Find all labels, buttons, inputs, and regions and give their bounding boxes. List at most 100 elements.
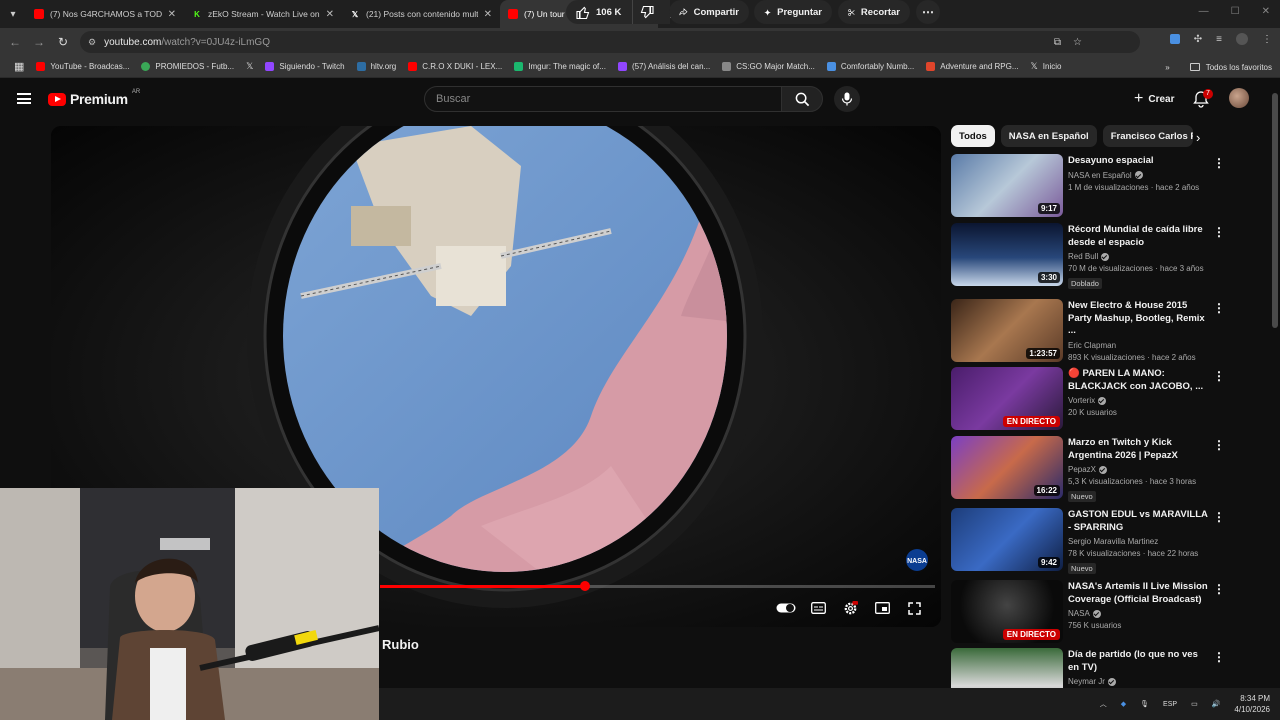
extension-icon[interactable] <box>1169 34 1180 44</box>
ask-button[interactable]: Preguntar <box>754 0 832 24</box>
rec-title[interactable]: GASTON EDUL vs MARAVILLA - SPARRING <box>1068 509 1208 534</box>
rec-channel[interactable]: Vorterix <box>1068 396 1095 405</box>
menu-icon[interactable] <box>17 93 31 104</box>
more-vertical-icon[interactable]: ⋮ <box>1213 651 1225 663</box>
browser-tab[interactable]: K zEkO Stream - Watch Live on K ✕ <box>184 0 342 28</box>
rec-channel[interactable]: Sergio Maravilla Martinez <box>1068 537 1158 546</box>
language-indicator[interactable]: ESP <box>1163 701 1177 708</box>
rec-title[interactable]: Marzo en Twitch y Kick Argentina 2026 | … <box>1068 437 1208 462</box>
bookmark-item[interactable]: PROMIEDOS - Futb... <box>135 62 240 71</box>
profile-icon[interactable] <box>1236 33 1248 45</box>
bookmark-item[interactable]: 𝕏 Inicio <box>1025 61 1068 72</box>
bookmark-item[interactable]: Comfortably Numb... <box>821 62 920 71</box>
clip-button[interactable]: Recortar <box>838 0 910 24</box>
progress-scrubber[interactable] <box>580 581 590 591</box>
browser-tab[interactable]: 𝕏 (21) Posts con contenido multi ✕ <box>342 0 500 28</box>
microphone-icon[interactable]: 🎙 <box>1140 700 1149 708</box>
reload-icon[interactable]: ↻ <box>51 35 75 49</box>
recommendation-item[interactable]: 16:22 Marzo en Twitch y Kick Argentina 2… <box>951 436 1251 502</box>
chevron-right-icon[interactable]: › <box>1196 130 1200 145</box>
rec-title[interactable]: NASA's Artemis II Live Mission Coverage … <box>1068 581 1208 606</box>
autoplay-toggle[interactable] <box>776 598 796 618</box>
chip-nasa-espanol[interactable]: NASA en Español <box>1000 125 1097 147</box>
share-button[interactable]: Compartir <box>669 0 749 24</box>
rec-channel[interactable]: NASA en Español <box>1068 171 1132 180</box>
bookmark-star-icon[interactable]: ☆ <box>1073 37 1082 48</box>
settings-button[interactable] <box>841 598 859 618</box>
voice-search-button[interactable] <box>834 86 860 112</box>
video-thumbnail[interactable] <box>951 648 1063 688</box>
recommendation-item[interactable]: 9:42 GASTON EDUL vs MARAVILLA - SPARRING… <box>951 508 1251 574</box>
close-window-icon[interactable]: ✕ <box>1262 6 1270 17</box>
extensions-puzzle-icon[interactable]: ✣ <box>1194 34 1202 45</box>
chevron-up-icon[interactable]: ︿ <box>1100 699 1107 709</box>
display-icon[interactable]: ▭ <box>1191 700 1198 708</box>
recommendation-item[interactable]: 3:30 Récord Mundial de caída libre desde… <box>951 223 1251 289</box>
browser-tab[interactable]: (7) Nos G4RCHAMOS a TODOS ✕ <box>26 0 184 28</box>
more-actions-button[interactable]: ⋯ <box>916 0 940 24</box>
more-bookmarks-icon[interactable]: » <box>1165 63 1169 72</box>
rec-title[interactable]: 🔴 PAREN LA MANO: BLACKJACK con JACOBO, .… <box>1068 368 1208 393</box>
bookmark-item[interactable]: C.R.O X DUKI - LEX... <box>402 62 508 71</box>
dislike-button[interactable] <box>632 0 660 24</box>
rec-channel[interactable]: NASA <box>1068 609 1090 618</box>
reading-list-icon[interactable]: ≡ <box>1216 34 1222 45</box>
all-bookmarks-link[interactable]: Todos los favoritos <box>1206 63 1272 72</box>
fullscreen-button[interactable] <box>905 598 923 618</box>
user-avatar[interactable] <box>1229 88 1249 108</box>
more-vertical-icon[interactable]: ⋮ <box>1213 370 1225 382</box>
url-bar[interactable]: ⚙ youtube.com/watch?v=0JU4z-iLmGQ ⧉ ☆ <box>80 31 1140 53</box>
forward-icon[interactable]: → <box>27 35 51 49</box>
create-button[interactable]: + Crear <box>1124 86 1184 112</box>
recommendation-item[interactable]: 1:23:57 New Electro & House 2015 Party M… <box>951 299 1251 363</box>
browser-menu-icon[interactable]: ⋮ <box>1262 34 1272 45</box>
page-scrollbar[interactable] <box>1272 93 1278 328</box>
rec-title[interactable]: Desayuno espacial <box>1068 155 1208 168</box>
video-thumbnail[interactable]: EN DIRECTO <box>951 367 1063 430</box>
recommendation-item[interactable]: EN DIRECTO 🔴 PAREN LA MANO: BLACKJACK co… <box>951 367 1251 431</box>
miniplayer-button[interactable] <box>873 598 891 618</box>
rec-title[interactable]: Día de partido (lo que no ves en TV) <box>1068 649 1208 674</box>
clock[interactable]: 8:34 PM 4/10/2026 <box>1234 693 1270 715</box>
search-input[interactable]: Buscar <box>424 86 782 112</box>
bookmark-item[interactable]: Siguiendo - Twitch <box>259 62 350 71</box>
maximize-icon[interactable]: ☐ <box>1231 6 1240 17</box>
more-vertical-icon[interactable]: ⋮ <box>1213 226 1225 238</box>
bookmark-item[interactable]: Adventure and RPG... <box>920 62 1024 71</box>
subtitles-button[interactable] <box>809 598 827 618</box>
close-tab-icon[interactable]: ✕ <box>168 9 176 20</box>
tab-search-button[interactable]: ▾ <box>0 0 26 28</box>
video-thumbnail[interactable]: 9:42 <box>951 508 1063 571</box>
install-app-icon[interactable]: ⧉ <box>1054 37 1061 48</box>
bookmark-item[interactable]: CS:GO Major Match... <box>716 62 821 71</box>
video-thumbnail[interactable]: 3:30 <box>951 223 1063 286</box>
rec-channel[interactable]: Red Bull <box>1068 252 1098 261</box>
volume-icon[interactable]: 🔊 <box>1212 700 1221 708</box>
rec-channel[interactable]: Neymar Jr <box>1068 677 1105 686</box>
chip-francisco[interactable]: Francisco Carlos Ru <box>1102 125 1193 147</box>
chip-all[interactable]: Todos <box>951 125 995 147</box>
minimize-icon[interactable]: — <box>1199 6 1209 17</box>
more-vertical-icon[interactable]: ⋮ <box>1213 583 1225 595</box>
video-thumbnail[interactable]: EN DIRECTO <box>951 580 1063 643</box>
video-thumbnail[interactable]: 9:17 <box>951 154 1063 217</box>
recommendation-item[interactable]: 9:17 Desayuno espacial NASA en Español 1… <box>951 154 1251 218</box>
more-vertical-icon[interactable]: ⋮ <box>1213 302 1225 314</box>
recommendation-item[interactable]: EN DIRECTO NASA's Artemis II Live Missio… <box>951 580 1251 644</box>
video-thumbnail[interactable]: 1:23:57 <box>951 299 1063 362</box>
bookmark-item[interactable]: Imgur: The magic of... <box>508 62 612 71</box>
close-tab-icon[interactable]: ✕ <box>326 9 334 20</box>
more-vertical-icon[interactable]: ⋮ <box>1213 439 1225 451</box>
recommendation-item[interactable]: Día de partido (lo que no ves en TV) Ney… <box>951 648 1251 688</box>
rec-title[interactable]: New Electro & House 2015 Party Mashup, B… <box>1068 300 1208 338</box>
video-thumbnail[interactable]: 16:22 <box>951 436 1063 499</box>
site-info-icon[interactable]: ⚙ <box>88 37 96 48</box>
bookmark-item[interactable]: YouTube - Broadcas... <box>30 62 135 71</box>
bookmark-item[interactable]: 𝕏 <box>240 61 259 72</box>
more-vertical-icon[interactable]: ⋮ <box>1213 511 1225 523</box>
apps-grid-icon[interactable]: ▦ <box>8 60 30 73</box>
close-tab-icon[interactable]: ✕ <box>484 9 492 20</box>
bookmark-item[interactable]: (57) Análisis del can... <box>612 62 716 71</box>
back-icon[interactable]: ← <box>3 35 27 49</box>
rec-channel[interactable]: Eric Clapman <box>1068 341 1116 350</box>
